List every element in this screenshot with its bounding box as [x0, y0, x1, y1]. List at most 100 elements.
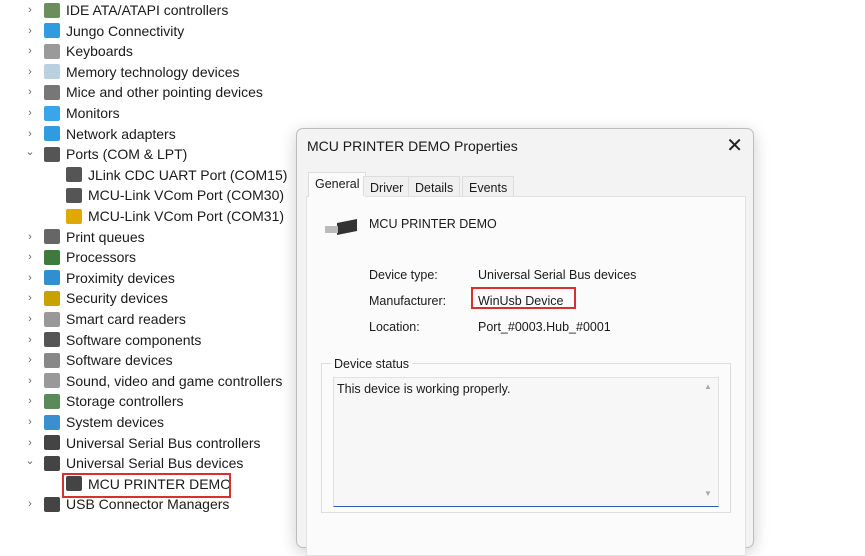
tree-item[interactable]: › System devices [0, 412, 290, 432]
tree-item-label: System devices [66, 414, 165, 430]
scrollbar[interactable]: ▲ ▼ [702, 382, 714, 502]
chevron-right-icon[interactable]: › [24, 25, 36, 37]
tree-item[interactable]: › Processors [0, 247, 290, 267]
device-status-textbox[interactable]: This device is working properly. ▲ ▼ [333, 377, 719, 507]
tree-item-label: Jungo Connectivity [66, 22, 185, 39]
location-label: Location: [369, 320, 420, 334]
tab-details[interactable]: Details [408, 176, 461, 196]
tree-item[interactable]: › Software devices [0, 350, 290, 370]
tree-item-label: Processors [66, 249, 137, 266]
tree-item[interactable]: › IDE ATA/ATAPI controllers [0, 0, 290, 20]
tree-item-label: Software devices [66, 352, 173, 369]
usb-icon [44, 496, 60, 512]
tab-events[interactable]: Events [462, 176, 515, 196]
chevron-right-icon[interactable]: › [24, 498, 36, 510]
highlight-box [62, 473, 231, 498]
printer-icon [44, 229, 60, 245]
chevron-down-icon[interactable]: ⌄ [24, 145, 36, 158]
chevron-right-icon[interactable]: › [24, 313, 36, 325]
tree-item-label: Storage controllers [66, 393, 184, 410]
tree-item[interactable]: › Smart card readers [0, 309, 290, 329]
chevron-right-icon[interactable]: › [24, 107, 36, 119]
chevron-right-icon[interactable]: › [24, 437, 36, 449]
tree-item-label: Keyboards [66, 43, 133, 60]
chevron-right-icon[interactable]: › [24, 334, 36, 346]
tree-item[interactable]: › Network adapters [0, 124, 290, 144]
smartcard-icon [44, 311, 60, 327]
status-text: This device is working properly. [337, 382, 511, 396]
tree-item[interactable]: JLink CDC UART Port (COM15) [0, 165, 290, 185]
memory-icon [44, 64, 60, 80]
chevron-right-icon[interactable]: › [24, 416, 36, 428]
chevron-right-icon[interactable]: › [24, 354, 36, 366]
tree-item[interactable]: MCU-Link VCom Port (COM30) [0, 185, 290, 205]
tree-item[interactable]: › Monitors [0, 103, 290, 123]
tree-item[interactable]: › Universal Serial Bus controllers [0, 433, 290, 453]
chevron-right-icon[interactable]: › [24, 375, 36, 387]
tree-item-label: Monitors [66, 105, 120, 121]
tree-item[interactable]: › Jungo Connectivity [0, 21, 290, 41]
usb-icon [44, 435, 60, 451]
software-device-icon [44, 352, 60, 368]
mouse-icon [44, 84, 60, 100]
monitor-icon [44, 105, 60, 121]
tree-item-label: Smart card readers [66, 311, 186, 327]
storage-icon [44, 393, 60, 409]
chevron-right-icon[interactable]: › [24, 272, 36, 284]
tree-item[interactable]: › Security devices [0, 288, 290, 308]
tree-item[interactable]: › Memory technology devices [0, 62, 290, 82]
chevron-right-icon[interactable]: › [24, 395, 36, 407]
chevron-right-icon[interactable]: › [24, 66, 36, 78]
tree-item-label: Network adapters [66, 125, 176, 142]
chevron-right-icon[interactable]: › [24, 45, 36, 57]
chevron-right-icon[interactable]: › [24, 231, 36, 243]
properties-dialog: MCU PRINTER DEMO Properties ✕ MCU PRINTE… [296, 128, 754, 556]
tree-item[interactable]: ⌄ Universal Serial Bus devices [0, 453, 290, 473]
tree-item[interactable]: › Software components [0, 330, 290, 350]
ide-controller-icon [44, 2, 60, 18]
port-icon [44, 146, 60, 162]
port-warning-icon [66, 208, 82, 224]
device-name: MCU PRINTER DEMO [369, 217, 497, 231]
tree-item-label: Software components [66, 331, 202, 348]
chevron-right-icon[interactable]: › [24, 128, 36, 140]
tab-driver[interactable]: Driver [363, 176, 411, 196]
chevron-down-icon[interactable]: ⌄ [24, 454, 36, 467]
tree-item-label: Sound, video and game controllers [66, 372, 283, 389]
security-icon [44, 290, 60, 306]
general-panel: MCU PRINTER DEMO Device type: Universal … [306, 196, 746, 556]
proximity-icon [44, 270, 60, 286]
tree-item-label: Universal Serial Bus controllers [66, 434, 261, 451]
tree-item[interactable]: › Keyboards [0, 41, 290, 61]
tree-item-label: JLink CDC UART Port (COM15) [88, 166, 288, 183]
tree-item[interactable]: ⌄ Ports (COM & LPT) [0, 144, 290, 164]
tree-item[interactable]: › Sound, video and game controllers [0, 371, 290, 391]
chevron-right-icon[interactable]: › [24, 292, 36, 304]
tree-item-label: Ports (COM & LPT) [66, 146, 188, 163]
manufacturer-label: Manufacturer: [369, 294, 447, 308]
chevron-right-icon[interactable]: › [24, 4, 36, 16]
highlight-box [471, 287, 576, 309]
tree-item[interactable]: › Mice and other pointing devices [0, 82, 290, 102]
tree-item[interactable]: › Print queues [0, 227, 290, 247]
tree-item[interactable]: › Storage controllers [0, 391, 290, 411]
close-icon[interactable]: ✕ [726, 133, 743, 158]
port-icon [66, 187, 82, 203]
network-icon [44, 126, 60, 142]
tree-item-label: Universal Serial Bus devices [66, 455, 244, 472]
system-icon [44, 414, 60, 430]
tree-item[interactable]: › Proximity devices [0, 268, 290, 288]
tree-item[interactable]: MCU-Link VCom Port (COM31) [0, 206, 290, 226]
software-component-icon [44, 332, 60, 348]
tree-item-label: MCU-Link VCom Port (COM31) [88, 208, 285, 224]
location-value: Port_#0003.Hub_#0001 [478, 320, 611, 334]
keyboard-icon [44, 43, 60, 59]
tab-general[interactable]: General [308, 172, 367, 197]
chevron-right-icon[interactable]: › [24, 86, 36, 98]
usb-icon [44, 455, 60, 471]
tree-item-label: Print queues [66, 228, 145, 245]
chevron-right-icon[interactable]: › [24, 251, 36, 263]
device-status-label: Device status [331, 357, 413, 371]
tree-item-label: Memory technology devices [66, 63, 240, 80]
device-type-value: Universal Serial Bus devices [478, 268, 637, 282]
